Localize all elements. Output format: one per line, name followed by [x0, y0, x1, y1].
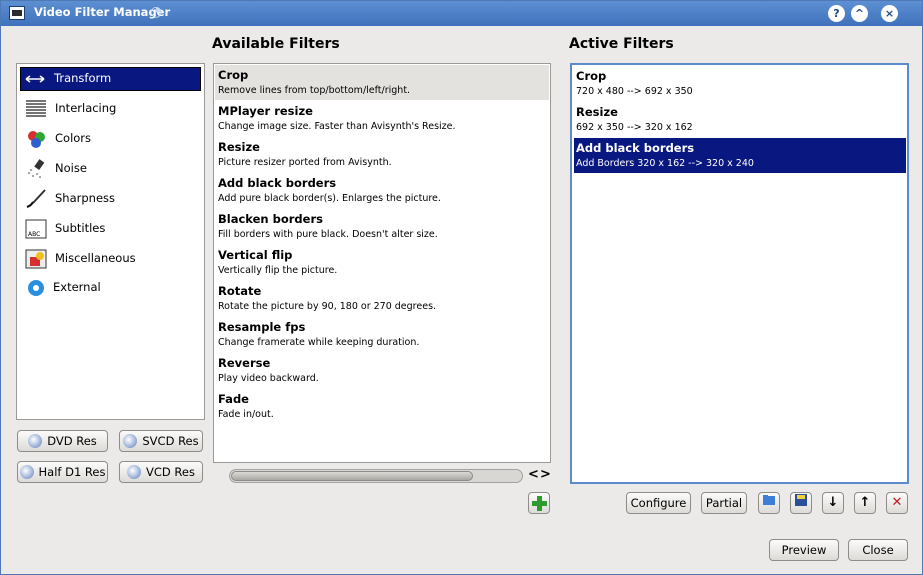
category-label: Subtitles — [55, 221, 106, 235]
noise-icon — [28, 159, 45, 178]
category-label: Miscellaneous — [55, 251, 136, 265]
colors-icon — [28, 131, 45, 148]
category-label: Transform — [54, 71, 112, 85]
svg-text:ABC: ABC — [28, 231, 40, 238]
dvd-res-button[interactable]: DVD Res — [17, 430, 108, 452]
category-label: External — [53, 280, 101, 294]
filter-item[interactable]: MPlayer resize Change image size. Faster … — [215, 101, 549, 136]
active-filter-item[interactable]: Resize 692 x 350 --> 320 x 162 — [574, 102, 906, 137]
kde-swirl-icon: ◔ — [150, 4, 163, 20]
half-d1-res-button[interactable]: Half D1 Res — [17, 461, 108, 483]
svcd-res-button[interactable]: SVCD Res — [119, 430, 203, 452]
help-button[interactable]: ? — [828, 5, 845, 22]
disc-icon — [28, 433, 43, 448]
video-filter-manager-window: Video Filter Manager ◔ ? ^ × Available F… — [0, 0, 923, 575]
category-item-external[interactable]: External — [20, 276, 201, 300]
disc-icon — [127, 464, 142, 479]
shade-button[interactable]: ^ — [851, 5, 868, 22]
category-label: Colors — [55, 131, 92, 145]
move-up-button[interactable]: ↑ — [854, 492, 876, 514]
category-item-subtitles[interactable]: ABC Subtitles — [20, 217, 201, 241]
filter-item[interactable]: Reverse Play video backward. — [215, 353, 549, 388]
transform-icon — [25, 75, 45, 83]
remove-filter-button[interactable]: ✕ — [886, 492, 908, 514]
save-filter-list-button[interactable] — [790, 492, 812, 514]
move-down-button[interactable]: ↓ — [822, 492, 844, 514]
scroll-right-arrow[interactable]: > — [540, 467, 551, 482]
active-filters-list: Crop 720 x 480 --> 692 x 350 Resize 692 x … — [570, 63, 909, 484]
filter-item[interactable]: Add black borders Add pure black border(s… — [215, 173, 549, 208]
filter-item[interactable]: Vertical flip Vertically flip the picture… — [215, 245, 549, 280]
disc-icon — [123, 433, 138, 448]
preview-button[interactable]: Preview — [769, 539, 839, 561]
active-filter-item[interactable]: Add black borders Add Borders 320 x 162 -… — [574, 138, 906, 173]
scrollbar-thumb[interactable] — [231, 471, 473, 481]
scroll-left-arrow[interactable]: < — [528, 467, 539, 482]
filter-item[interactable]: Fade Fade in/out. — [215, 389, 549, 424]
available-filters-list: Crop Remove lines from top/bottom/left/ri… — [213, 63, 551, 463]
category-list: Transform Interlacing Colors Noise Sharp… — [16, 63, 205, 420]
category-item-sharpness[interactable]: Sharpness — [20, 187, 201, 211]
category-label: Sharpness — [55, 191, 116, 205]
title-bar: Video Filter Manager ◔ ? ^ × — [1, 1, 922, 26]
category-item-colors[interactable]: Colors — [20, 127, 201, 151]
configure-button[interactable]: Configure — [626, 492, 691, 514]
interlacing-icon — [26, 100, 46, 117]
filter-item[interactable]: Rotate Rotate the picture by 90, 180 or 2… — [215, 281, 549, 316]
subtitles-icon: ABC — [25, 219, 47, 239]
open-filter-list-button[interactable] — [758, 492, 780, 514]
filter-item[interactable]: Blacken borders Fill borders with pure bl… — [215, 209, 549, 244]
close-window-button[interactable]: × — [881, 5, 898, 22]
sharpness-icon — [26, 189, 46, 208]
save-icon — [795, 494, 807, 506]
miscellaneous-icon — [25, 249, 47, 269]
horizontal-scrollbar[interactable] — [229, 469, 523, 483]
external-icon — [28, 280, 44, 296]
category-item-transform[interactable]: Transform — [20, 67, 201, 91]
filter-item[interactable]: Resize Picture resizer ported from Avisyn… — [215, 137, 549, 172]
category-item-miscellaneous[interactable]: Miscellaneous — [20, 247, 201, 271]
active-filter-item[interactable]: Crop 720 x 480 --> 692 x 350 — [574, 66, 906, 101]
add-filter-button[interactable] — [528, 492, 550, 514]
partial-button[interactable]: Partial — [701, 492, 747, 514]
active-filters-title: Active Filters — [569, 36, 674, 52]
category-label: Interlacing — [55, 101, 117, 115]
filter-item[interactable]: Resample fps Change framerate while keepi… — [215, 317, 549, 352]
category-label: Noise — [55, 161, 87, 175]
close-button[interactable]: Close — [848, 539, 908, 561]
disc-icon — [19, 464, 34, 479]
vcd-res-button[interactable]: VCD Res — [119, 461, 203, 483]
available-filters-title: Available Filters — [212, 36, 340, 52]
app-icon — [9, 6, 25, 20]
category-item-noise[interactable]: Noise — [20, 157, 201, 181]
folder-open-icon — [763, 495, 775, 505]
category-item-interlacing[interactable]: Interlacing — [20, 97, 201, 121]
filter-item[interactable]: Crop Remove lines from top/bottom/left/ri… — [215, 65, 549, 100]
